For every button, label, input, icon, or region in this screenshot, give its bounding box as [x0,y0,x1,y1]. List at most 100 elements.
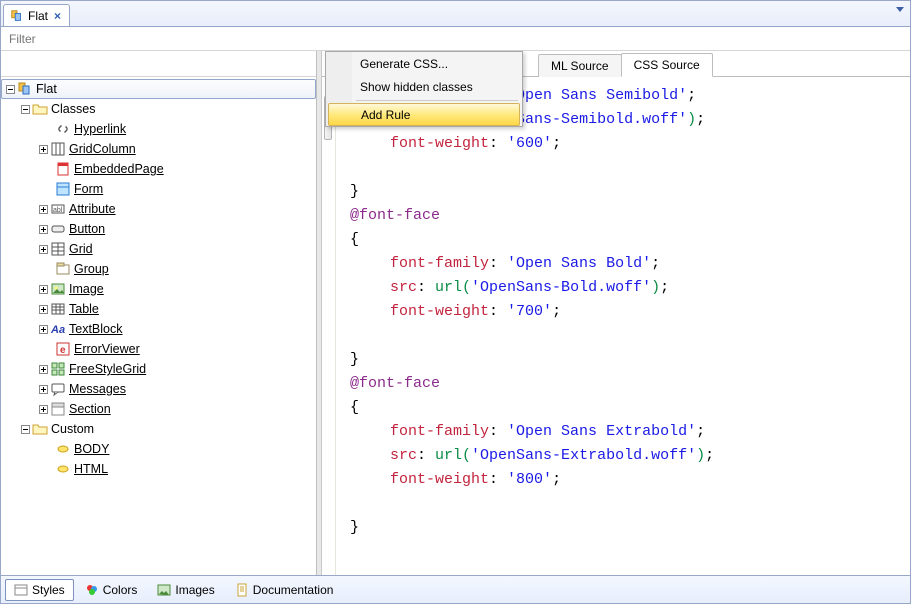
tree-item-messages[interactable]: Messages [1,379,316,399]
collapse-icon[interactable] [21,425,30,434]
class-tree[interactable]: Flat Classes Hyperlink GridColumn [1,77,316,575]
file-tab-flat[interactable]: Flat × [3,4,70,26]
error-icon: e [55,341,71,357]
tab-overflow-dropdown[interactable] [896,7,904,12]
tree-item-textblock[interactable]: Aa TextBlock [1,319,316,339]
bottom-tab-label: Styles [32,583,65,597]
button-icon [50,221,66,237]
images-icon [157,583,171,597]
freestyle-grid-icon [50,361,66,377]
tree-label: Button [69,222,105,236]
group-icon [55,261,71,277]
tree-item-hyperlink[interactable]: Hyperlink [1,119,316,139]
menu-item-add-rule[interactable]: Add Rule [328,103,520,126]
tree-item-classes[interactable]: Classes [1,99,316,119]
menu-item-generate-css[interactable]: Generate CSS... [326,52,522,75]
menu-item-show-hidden[interactable]: Show hidden classes [326,75,522,98]
tree-item-freestylegrid[interactable]: FreeStyleGrid [1,359,316,379]
tree-label: GridColumn [69,142,136,156]
expand-icon[interactable] [39,325,48,334]
expand-icon[interactable] [39,285,48,294]
tree-item-form[interactable]: Form [1,179,316,199]
grid-icon [50,241,66,257]
tree-label: HTML [74,462,108,476]
tree-label: BODY [74,442,109,456]
tree-item-section[interactable]: Section [1,399,316,419]
tree-label: TextBlock [69,322,123,336]
tree-label: FreeStyleGrid [69,362,146,376]
bottom-tab-documentation[interactable]: Documentation [226,579,343,601]
expand-icon[interactable] [39,405,48,414]
expand-icon[interactable] [39,305,48,314]
file-tab-bar: Flat × [1,1,910,27]
svg-text:e: e [60,345,66,356]
tree-label: EmbeddedPage [74,162,164,176]
tree-label: Classes [51,102,95,116]
expand-icon[interactable] [39,365,48,374]
bottom-tab-images[interactable]: Images [148,579,223,601]
node-icon [55,461,71,477]
filter-bar [1,27,910,51]
colors-icon [85,583,99,597]
folder-open-icon [32,421,48,437]
tree-label: Section [69,402,111,416]
sidebar: Flat Classes Hyperlink GridColumn [1,51,317,575]
code-wrap: font-family: 'Open Sans Semibold';src: u… [322,77,910,575]
expand-icon[interactable] [39,205,48,214]
tree-label: Attribute [69,202,116,216]
tree-item-flat[interactable]: Flat [1,79,316,99]
expand-icon[interactable] [39,245,48,254]
outline-gutter[interactable] [322,78,336,575]
tree-label: Custom [51,422,94,436]
bottom-tab-label: Colors [103,583,138,597]
tree-label: Form [74,182,103,196]
editor-panel: ML Source CSS Source font-family: 'Open … [317,51,910,575]
theme-icon [10,9,24,23]
expand-icon[interactable] [39,225,48,234]
tree-item-group[interactable]: Group [1,259,316,279]
tree-item-custom[interactable]: Custom [1,419,316,439]
tab-ml-source[interactable]: ML Source [538,54,622,77]
tree-item-gridcolumn[interactable]: GridColumn [1,139,316,159]
svg-text:Aa: Aa [50,324,65,336]
image-icon [50,281,66,297]
folder-open-icon [32,101,48,117]
tree-label: Image [69,282,104,296]
bottom-tab-styles[interactable]: Styles [5,579,74,601]
tree-item-grid[interactable]: Grid [1,239,316,259]
collapse-icon[interactable] [21,105,30,114]
textblock-icon: Aa [50,321,66,337]
menu-item-label: Generate CSS... [360,57,448,71]
tree-label: Table [69,302,99,316]
tree-item-image[interactable]: Image [1,279,316,299]
tree-item-attribute[interactable]: abl Attribute [1,199,316,219]
tree-item-body[interactable]: BODY [1,439,316,459]
tab-css-source[interactable]: CSS Source [621,53,713,77]
form-icon [55,181,71,197]
css-source-editor[interactable]: font-family: 'Open Sans Semibold';src: u… [336,78,910,575]
tree-item-button[interactable]: Button [1,219,316,239]
bottom-tab-colors[interactable]: Colors [76,579,147,601]
tree-item-table[interactable]: Table [1,299,316,319]
tree-label: Messages [69,382,126,396]
tree-item-errorviewer[interactable]: e ErrorViewer [1,339,316,359]
svg-text:abl: abl [53,207,63,214]
theme-icon [17,81,33,97]
tree-item-embeddedpage[interactable]: EmbeddedPage [1,159,316,179]
main-area: Flat Classes Hyperlink GridColumn [1,51,910,575]
filter-input[interactable] [1,29,910,49]
bottom-tab-bar: Styles Colors Images Documentation [1,575,910,603]
menu-item-label: Add Rule [361,108,410,122]
documentation-icon [235,583,249,597]
collapse-icon[interactable] [6,85,15,94]
tree-item-html[interactable]: HTML [1,459,316,479]
expand-icon[interactable] [39,385,48,394]
expand-icon[interactable] [39,145,48,154]
node-icon [55,441,71,457]
tree-label: ErrorViewer [74,342,140,356]
messages-icon [50,381,66,397]
styles-icon [14,583,28,597]
bottom-tab-label: Images [175,583,214,597]
context-menu: Generate CSS... Show hidden classes Add … [325,51,523,127]
close-icon[interactable]: × [52,9,63,23]
